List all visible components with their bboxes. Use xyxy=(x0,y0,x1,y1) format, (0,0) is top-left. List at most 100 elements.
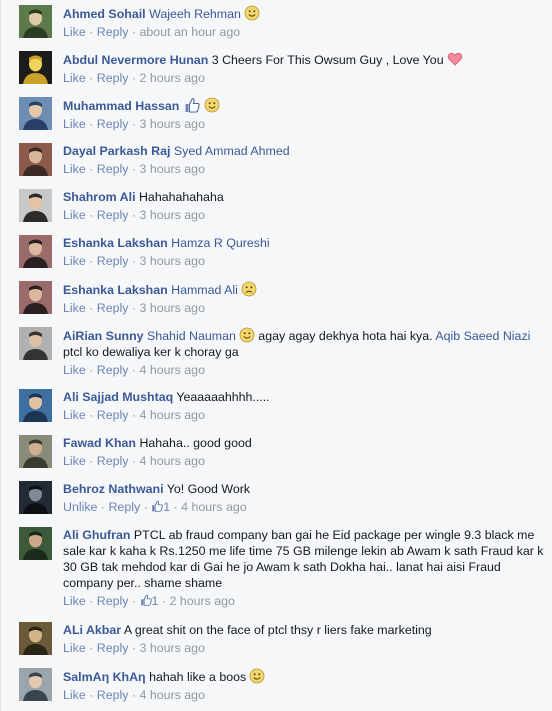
mention-link[interactable]: Hammad Ali xyxy=(171,283,238,297)
mention-link[interactable]: Shahid Nauman xyxy=(147,329,236,343)
comment-author[interactable]: AiRian Sunny xyxy=(63,329,144,343)
like-button[interactable]: Like xyxy=(63,594,86,608)
comment-text: AiRian Sunny Shahid Nauman agay agay dek… xyxy=(63,327,547,360)
reply-button[interactable]: Reply xyxy=(97,71,129,85)
avatar[interactable] xyxy=(19,235,52,268)
mention-link[interactable]: Syed Ammad Ahmed xyxy=(174,144,290,158)
comment-author[interactable]: Ali Ghufran xyxy=(63,528,130,542)
comment-author[interactable]: Ali Sajjad Mushtaq xyxy=(63,390,173,404)
avatar[interactable] xyxy=(19,5,52,38)
like-button[interactable]: Like xyxy=(63,408,86,422)
reply-button[interactable]: Reply xyxy=(97,25,129,39)
like-button[interactable]: Like xyxy=(63,301,86,315)
comment-author[interactable]: Ahmed Sohail xyxy=(63,7,146,21)
comment-author[interactable]: ALi Akbar xyxy=(63,623,121,637)
comment-timestamp[interactable]: 3 hours ago xyxy=(140,254,205,268)
comment-timestamp[interactable]: 2 hours ago xyxy=(169,594,234,608)
separator-dot: · xyxy=(89,301,94,315)
comment-author[interactable]: Dayal Parkash Raj xyxy=(63,144,170,158)
reply-button[interactable]: Reply xyxy=(97,688,129,702)
separator-dot: · xyxy=(173,500,178,514)
reply-button[interactable]: Reply xyxy=(108,500,140,514)
comment-timestamp[interactable]: 3 hours ago xyxy=(140,208,205,222)
mention-link[interactable]: Aqib Saeed Niazi xyxy=(435,329,530,343)
separator-dot: · xyxy=(89,71,94,85)
comment-author[interactable]: Muhammad Hassan xyxy=(63,99,179,113)
reply-button[interactable]: Reply xyxy=(97,363,129,377)
unlike-button[interactable]: Unlike xyxy=(63,500,97,514)
comment-timestamp[interactable]: 3 hours ago xyxy=(140,301,205,315)
comment-actions: Like · Reply · about an hour ago xyxy=(63,24,547,40)
comment-timestamp[interactable]: 4 hours ago xyxy=(140,408,205,422)
avatar[interactable] xyxy=(19,389,52,422)
reply-button[interactable]: Reply xyxy=(97,408,129,422)
avatar[interactable] xyxy=(19,527,52,560)
like-button[interactable]: Like xyxy=(63,25,86,39)
avatar[interactable] xyxy=(19,668,52,701)
comment-author[interactable]: Eshanka Lakshan xyxy=(63,283,168,297)
avatar[interactable] xyxy=(19,481,52,514)
like-count-thumb-icon[interactable] xyxy=(151,500,163,512)
avatar[interactable] xyxy=(19,622,52,655)
reply-button[interactable]: Reply xyxy=(97,254,129,268)
reply-button[interactable]: Reply xyxy=(97,117,129,131)
comment-timestamp[interactable]: about an hour ago xyxy=(140,25,241,39)
mention-link[interactable]: Hamza R Qureshi xyxy=(171,236,269,250)
reply-button[interactable]: Reply xyxy=(97,301,129,315)
reply-button[interactable]: Reply xyxy=(97,208,129,222)
like-button[interactable]: Like xyxy=(63,208,86,222)
like-button[interactable]: Like xyxy=(63,71,86,85)
comment-body: Shahrom Ali Hahahahahaha Like · Reply · 3… xyxy=(63,189,547,223)
comment-author[interactable]: Shahrom Ali xyxy=(63,190,136,204)
comment-author[interactable]: SalmAη KhAη xyxy=(63,670,146,684)
reply-button[interactable]: Reply xyxy=(97,594,129,608)
comment-timestamp[interactable]: 2 hours ago xyxy=(140,71,205,85)
like-button[interactable]: Like xyxy=(63,254,86,268)
avatar[interactable] xyxy=(19,51,52,84)
comment-author[interactable]: Eshanka Lakshan xyxy=(63,236,168,250)
like-button[interactable]: Like xyxy=(63,117,86,131)
avatar[interactable] xyxy=(19,189,52,222)
avatar[interactable] xyxy=(19,97,52,130)
separator-dot: · xyxy=(89,594,94,608)
separator-dot: · xyxy=(89,162,94,176)
comment-timestamp[interactable]: 3 hours ago xyxy=(140,641,205,655)
separator-dot: · xyxy=(100,500,106,514)
comment-timestamp[interactable]: 4 hours ago xyxy=(140,688,205,702)
comment-author[interactable]: Abdul Nevermore Hunan xyxy=(63,53,208,67)
like-count[interactable]: 1 xyxy=(163,500,170,514)
separator-dot: · xyxy=(131,71,137,85)
comment-author[interactable]: Fawad Khan xyxy=(63,436,136,450)
like-button[interactable]: Like xyxy=(63,454,86,468)
separator-dot: · xyxy=(131,25,137,39)
comment-text: Dayal Parkash Raj Syed Ammad Ahmed xyxy=(63,143,547,159)
like-count[interactable]: 1 xyxy=(152,594,159,608)
like-count-thumb-icon[interactable] xyxy=(140,594,152,606)
avatar[interactable] xyxy=(19,435,52,468)
reply-button[interactable]: Reply xyxy=(97,641,129,655)
mention-link[interactable]: Wajeeh Rehman xyxy=(149,7,241,21)
avatar[interactable] xyxy=(19,327,52,360)
like-button[interactable]: Like xyxy=(63,688,86,702)
comment-author[interactable]: Behroz Nathwani xyxy=(63,482,164,496)
comment-timestamp[interactable]: 3 hours ago xyxy=(140,162,205,176)
like-button[interactable]: Like xyxy=(63,641,86,655)
separator-dot: · xyxy=(161,594,167,608)
comment-actions: Like · Reply · 3 hours ago xyxy=(63,207,547,223)
avatar[interactable] xyxy=(19,143,52,176)
comment-body: Ali Ghufran PTCL ab fraud company ban ga… xyxy=(63,527,547,609)
separator-dot: · xyxy=(89,408,94,422)
separator-dot: · xyxy=(131,301,137,315)
avatar[interactable] xyxy=(19,281,52,314)
comment-timestamp[interactable]: 4 hours ago xyxy=(140,363,205,377)
like-button[interactable]: Like xyxy=(63,363,86,377)
comment-text: Eshanka Lakshan Hammad Ali xyxy=(63,281,547,298)
reply-button[interactable]: Reply xyxy=(97,162,129,176)
smile-icon xyxy=(204,97,220,113)
comment-timestamp[interactable]: 4 hours ago xyxy=(181,500,246,514)
comment-timestamp[interactable]: 4 hours ago xyxy=(140,454,205,468)
like-button[interactable]: Like xyxy=(63,162,86,176)
comment-timestamp[interactable]: 3 hours ago xyxy=(140,117,205,131)
reply-button[interactable]: Reply xyxy=(97,454,129,468)
comment-text: Behroz Nathwani Yo! Good Work xyxy=(63,481,547,497)
